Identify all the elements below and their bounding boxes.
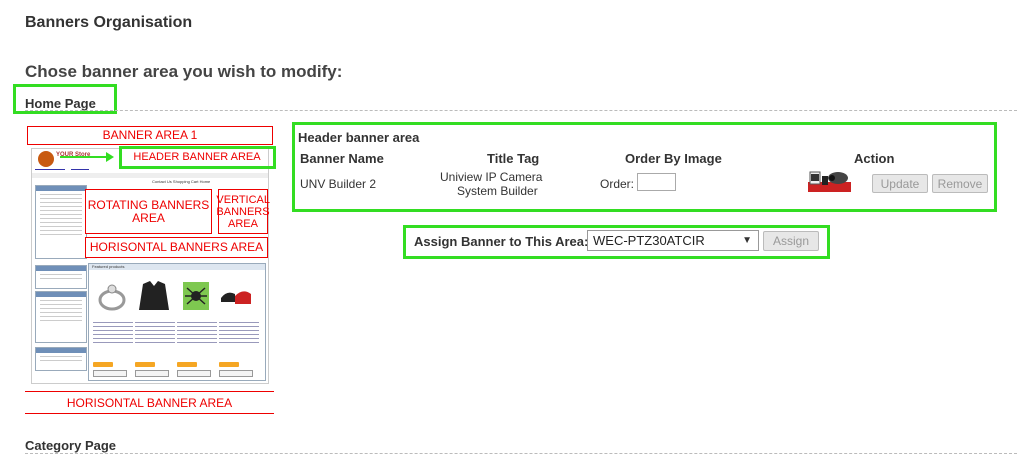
col-banner-name: Banner Name: [300, 151, 384, 166]
order-label: Order:: [600, 177, 635, 191]
spider-product-icon: [183, 282, 209, 310]
header-banner-area-title: Header banner area: [298, 130, 420, 145]
banner-name-cell: UNV Builder 2: [300, 177, 377, 191]
banner-area-top-rule: [25, 391, 274, 392]
page-subtitle: Chose banner area you wish to modify:: [25, 62, 343, 81]
preview-quick-find-box: [35, 265, 87, 289]
title-tag-line1: Uniview IP Camera: [440, 170, 543, 184]
arrow-line: [60, 156, 108, 158]
preview-featured-products: Featured products: [88, 263, 266, 381]
update-button[interactable]: Update: [872, 174, 928, 193]
preview-info-box: [35, 291, 87, 343]
horisontal-banners-area-label[interactable]: HORISONTAL BANNERS AREA: [85, 237, 268, 258]
store-logo-icon: [38, 151, 54, 167]
preview-categories-box: [35, 185, 87, 259]
preview-top-bar: [32, 173, 268, 178]
vertical-banners-area-label[interactable]: VERTICAL BANNERS AREA: [216, 189, 270, 234]
page-title: Banners Organisation: [25, 14, 193, 31]
preview-featured-title: Featured products: [89, 264, 265, 270]
order-input[interactable]: [637, 173, 676, 191]
banner-select[interactable]: WEC-PTZ30ATCIR ▼: [587, 230, 759, 251]
arrow-right-icon: [106, 152, 114, 162]
banner-select-value: WEC-PTZ30ATCIR: [593, 233, 705, 248]
divider: [25, 110, 1017, 111]
divider: [25, 453, 1017, 454]
col-action: Action: [854, 151, 895, 166]
shoes-product-icon: [221, 291, 251, 304]
dropdown-arrow-icon: ▼: [742, 235, 752, 246]
preview-specials-box: [35, 347, 87, 371]
category-page-label[interactable]: Category Page: [25, 438, 116, 453]
banner-thumbnail-image[interactable]: [808, 168, 851, 194]
assign-button[interactable]: Assign: [763, 231, 819, 251]
ring-product-icon: [98, 284, 126, 311]
col-title-tag: Title Tag: [487, 151, 540, 166]
home-page-label[interactable]: Home Page: [25, 96, 96, 111]
preview-links: [35, 166, 89, 171]
preview-nav: Contact Us Shopping Cart Home: [152, 179, 211, 184]
title-tag-line2: System Builder: [457, 184, 538, 198]
assign-banner-label: Assign Banner to This Area:: [414, 234, 589, 249]
remove-button[interactable]: Remove: [932, 174, 988, 193]
rotating-banners-area-label[interactable]: ROTATING BANNERS AREA: [85, 189, 212, 234]
header-banner-area-label[interactable]: HEADER BANNER AREA: [123, 149, 271, 166]
store-layout-preview: YOUR Store Contact Us Shopping Cart Home…: [31, 148, 269, 384]
horisontal-banner-area-label[interactable]: HORISONTAL BANNER AREA: [25, 394, 274, 414]
banner-area-1-label[interactable]: BANNER AREA 1: [27, 126, 273, 145]
jacket-product-icon: [139, 281, 169, 310]
col-order-by-image: Order By Image: [625, 151, 722, 166]
